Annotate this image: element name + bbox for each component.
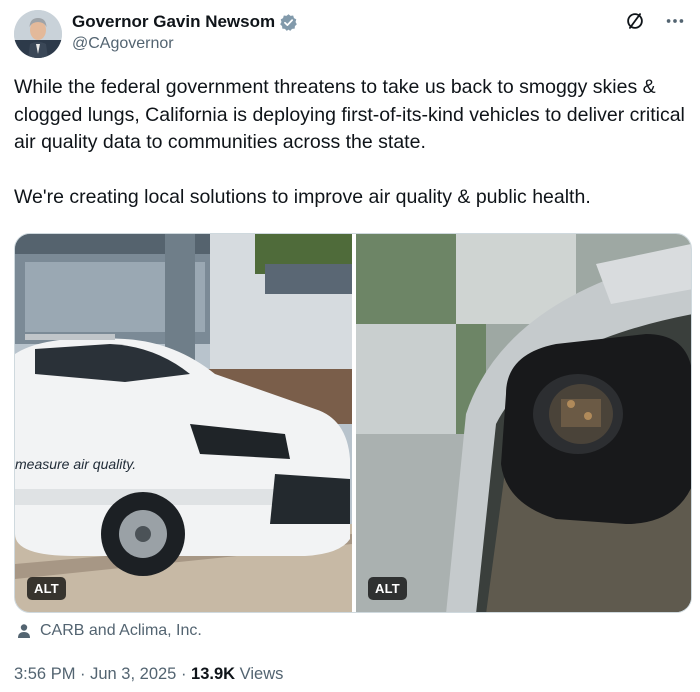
photo-car-sensor[interactable]: ALT bbox=[356, 234, 691, 612]
avatar[interactable] bbox=[14, 10, 62, 58]
credit-text: CARB and Aclima, Inc. bbox=[40, 622, 202, 639]
photo-air-quality-car[interactable]: measure air quality. ALT bbox=[15, 234, 352, 612]
avatar-image bbox=[14, 10, 62, 58]
alt-badge[interactable]: ALT bbox=[27, 577, 66, 600]
tweet-meta: 3:56 PM · Jun 3, 2025 · 13.9K Views bbox=[14, 665, 283, 684]
media-credit: CARB and Aclima, Inc. bbox=[16, 622, 202, 640]
tweet-header: Governor Gavin Newsom @CAgovernor bbox=[14, 8, 686, 60]
verified-badge-icon bbox=[279, 13, 298, 32]
car-decal-text: measure air quality. bbox=[15, 456, 136, 472]
meta-separator: · bbox=[75, 665, 91, 683]
slash-circle-icon[interactable] bbox=[624, 10, 646, 32]
author-handle[interactable]: @CAgovernor bbox=[72, 35, 298, 53]
views-count[interactable]: 13.9K bbox=[191, 665, 235, 684]
meta-separator: · bbox=[176, 665, 192, 683]
person-icon bbox=[16, 623, 32, 639]
alt-badge[interactable]: ALT bbox=[368, 577, 407, 600]
sensor-photo-image bbox=[356, 234, 691, 612]
display-name[interactable]: Governor Gavin Newsom bbox=[72, 12, 275, 32]
more-dots-icon[interactable] bbox=[664, 10, 686, 32]
tweet-time[interactable]: 3:56 PM bbox=[14, 665, 75, 684]
media-grid: measure air quality. ALT ALT bbox=[14, 233, 692, 613]
car-photo-image: measure air quality. bbox=[15, 234, 352, 612]
tweet-date[interactable]: Jun 3, 2025 bbox=[90, 665, 176, 684]
name-row: Governor Gavin Newsom bbox=[72, 11, 298, 33]
views-label: Views bbox=[235, 665, 284, 683]
author-names: Governor Gavin Newsom @CAgovernor bbox=[72, 11, 298, 53]
tweet-text: While the federal government threatens t… bbox=[14, 76, 685, 208]
